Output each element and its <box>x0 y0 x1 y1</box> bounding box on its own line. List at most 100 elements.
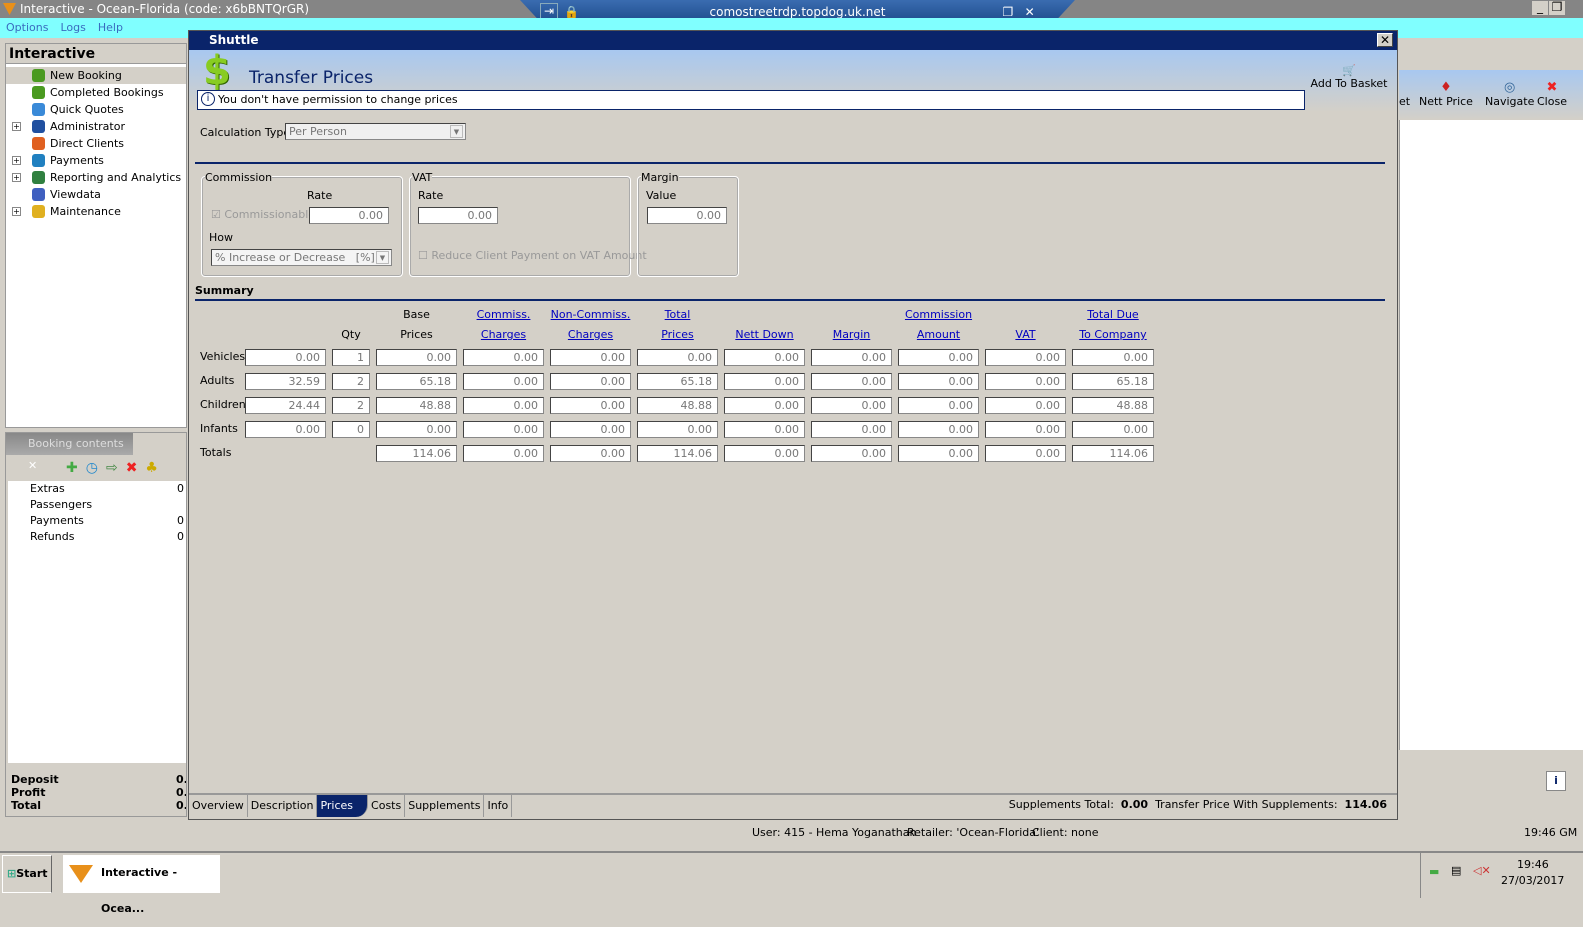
summary-cell[interactable]: 0.00 <box>898 421 979 438</box>
tab-costs[interactable]: Costs <box>368 795 406 817</box>
list-item[interactable]: Payments 0 <box>8 513 186 529</box>
expand-icon[interactable]: + <box>12 173 21 182</box>
add-icon[interactable]: ✚ <box>66 460 86 476</box>
summary-cell[interactable]: 0.00 <box>898 373 979 390</box>
summary-cell[interactable]: 32.59 <box>245 373 326 390</box>
column-header-link[interactable]: Non-Commiss. <box>541 308 641 321</box>
summary-cell[interactable]: 0.00 <box>898 397 979 414</box>
commission-rate-input[interactable]: 0.00 <box>309 207 389 224</box>
column-header-link[interactable]: Total Due <box>1063 308 1163 321</box>
sidebar-item-administrator[interactable]: + Administrator <box>6 118 186 135</box>
summary-cell[interactable]: 0.00 <box>550 421 631 438</box>
minimize-button[interactable]: _ <box>1532 1 1548 15</box>
sidebar-item-reporting-and-analytics[interactable]: + Reporting and Analytics <box>6 169 186 186</box>
column-header-link[interactable]: Commission <box>889 308 989 321</box>
summary-cell[interactable]: 0.00 <box>463 445 544 462</box>
commissionable-checkbox[interactable]: ☑ Commissionable <box>211 208 315 221</box>
summary-cell[interactable]: 48.88 <box>637 397 718 414</box>
summary-cell[interactable]: 65.18 <box>637 373 718 390</box>
taskbar-item-interactive[interactable]: Interactive - Ocea... <box>63 855 220 915</box>
summary-cell[interactable]: 0.00 <box>1072 349 1154 366</box>
summary-cell[interactable]: 0.00 <box>724 445 805 462</box>
sidebar-item-new-booking[interactable]: New Booking <box>6 67 186 84</box>
summary-cell[interactable]: 0.00 <box>376 421 457 438</box>
summary-cell[interactable]: 0.00 <box>463 349 544 366</box>
summary-cell[interactable]: 0.00 <box>724 349 805 366</box>
summary-cell[interactable]: 0.00 <box>245 421 326 438</box>
restore-button[interactable]: ❐ <box>1549 1 1565 15</box>
summary-cell[interactable]: 0.00 <box>463 397 544 414</box>
info-button[interactable]: i <box>1546 771 1566 791</box>
summary-cell[interactable]: 0.00 <box>811 445 892 462</box>
tab-info[interactable]: Info <box>484 795 513 817</box>
add-to-basket-button[interactable]: 🛒 Add To Basket <box>1309 64 1389 90</box>
clock-date[interactable]: 27/03/2017 <box>1501 874 1564 887</box>
start-button[interactable]: ⊞Start <box>2 855 52 893</box>
expand-icon[interactable]: + <box>12 207 21 216</box>
toolbar-button-navigate[interactable]: ◎ Navigate <box>1485 80 1534 108</box>
margin-value-input[interactable]: 0.00 <box>647 207 727 224</box>
list-item[interactable]: Extras 0 <box>8 481 186 497</box>
summary-cell[interactable]: 0.00 <box>637 349 718 366</box>
summary-cell[interactable]: 114.06 <box>637 445 718 462</box>
column-header-link[interactable]: Prices <box>628 328 728 341</box>
list-item[interactable]: Passengers <box>8 497 186 513</box>
summary-cell[interactable]: 0.00 <box>1072 421 1154 438</box>
expand-icon[interactable]: + <box>12 122 21 131</box>
menu-logs[interactable]: Logs <box>60 21 85 34</box>
clock-time[interactable]: 19:46 <box>1517 858 1549 871</box>
summary-cell[interactable]: 0 <box>332 421 370 438</box>
summary-cell[interactable]: 0.00 <box>463 421 544 438</box>
summary-cell[interactable]: 0.00 <box>985 445 1066 462</box>
column-header-link[interactable]: VAT <box>976 328 1076 341</box>
summary-cell[interactable]: 2 <box>332 373 370 390</box>
list-item[interactable]: Refunds 0 <box>8 529 186 545</box>
palm-icon[interactable]: ♣ <box>145 460 166 476</box>
devices-icon[interactable]: ▤ <box>1451 864 1461 877</box>
expand-icon[interactable]: + <box>12 156 21 165</box>
column-header-link[interactable]: Amount <box>889 328 989 341</box>
delete-icon[interactable]: ✖ <box>126 460 146 476</box>
tab-prices[interactable]: Prices <box>317 795 369 817</box>
volume-muted-icon[interactable]: ◁✕ <box>1473 864 1491 877</box>
menu-options[interactable]: Options <box>6 21 48 34</box>
summary-cell[interactable]: 0.00 <box>811 397 892 414</box>
summary-cell[interactable]: 0.00 <box>811 373 892 390</box>
column-header-link[interactable]: Nett Down <box>715 328 815 341</box>
summary-cell[interactable]: 48.88 <box>1072 397 1154 414</box>
summary-cell[interactable]: 65.18 <box>376 373 457 390</box>
column-header-link[interactable]: Charges <box>454 328 554 341</box>
summary-cell[interactable]: 0.00 <box>376 349 457 366</box>
summary-cell[interactable]: 0.00 <box>811 349 892 366</box>
summary-cell[interactable]: 0.00 <box>985 397 1066 414</box>
chevron-down-icon[interactable]: ▼ <box>376 251 389 264</box>
summary-cell[interactable]: 1 <box>332 349 370 366</box>
sidebar-item-maintenance[interactable]: + Maintenance <box>6 203 186 220</box>
summary-cell[interactable]: 0.00 <box>463 373 544 390</box>
close-button[interactable]: ✕ <box>1377 33 1393 47</box>
vat-rate-input[interactable]: 0.00 <box>418 207 498 224</box>
summary-cell[interactable]: 0.00 <box>637 421 718 438</box>
column-header-link[interactable]: Charges <box>541 328 641 341</box>
summary-cell[interactable]: 0.00 <box>724 397 805 414</box>
summary-cell[interactable]: 114.06 <box>376 445 457 462</box>
tab-overview[interactable]: Overview <box>189 795 248 817</box>
sidebar-item-direct-clients[interactable]: Direct Clients <box>6 135 186 152</box>
network-icon[interactable]: ▬ <box>1429 865 1439 878</box>
column-header-link[interactable]: To Company <box>1063 328 1163 341</box>
summary-cell[interactable]: 0.00 <box>985 373 1066 390</box>
tab-supplements[interactable]: Supplements <box>405 795 485 817</box>
sidebar-item-payments[interactable]: + Payments <box>6 152 186 169</box>
summary-cell[interactable]: 2 <box>332 397 370 414</box>
summary-cell[interactable]: 0.00 <box>550 445 631 462</box>
column-header-link[interactable]: Total <box>628 308 728 321</box>
summary-cell[interactable]: 0.00 <box>985 349 1066 366</box>
close-icon[interactable]: ✕ <box>28 459 37 472</box>
summary-cell[interactable]: 114.06 <box>1072 445 1154 462</box>
how-select[interactable]: % Increase or Decrease [%] ▼ <box>211 249 392 266</box>
summary-cell[interactable]: 0.00 <box>245 349 326 366</box>
summary-cell[interactable]: 0.00 <box>550 397 631 414</box>
column-header-link[interactable]: Margin <box>802 328 902 341</box>
summary-cell[interactable]: 0.00 <box>985 421 1066 438</box>
sidebar-item-quick-quotes[interactable]: Quick Quotes <box>6 101 186 118</box>
